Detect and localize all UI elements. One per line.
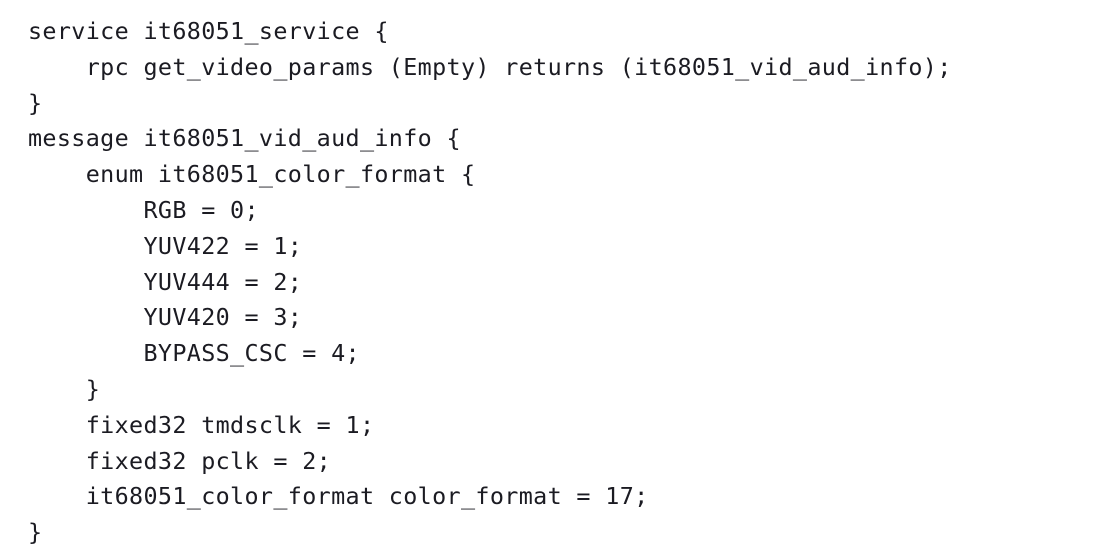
- code-line: rpc get_video_params (Empty) returns (it…: [28, 52, 952, 81]
- code-line: YUV420 = 3;: [28, 303, 303, 332]
- code-line: }: [28, 518, 43, 547]
- code-line: message it68051_vid_aud_info {: [28, 124, 461, 153]
- code-line: RGB = 0;: [28, 195, 259, 224]
- code-listing: service it68051_service { rpc get_video_…: [0, 0, 1120, 546]
- code-line: enum it68051_color_format {: [28, 160, 476, 189]
- code-line: fixed32 pclk = 2;: [28, 446, 332, 475]
- code-line: BYPASS_CSC = 4;: [28, 339, 360, 368]
- code-line: }: [28, 88, 43, 117]
- code-line: YUV444 = 2;: [28, 267, 303, 296]
- code-line: }: [28, 374, 101, 403]
- code-line: it68051_color_format color_format = 17;: [28, 482, 649, 511]
- code-line: fixed32 tmdsclk = 1;: [28, 410, 375, 439]
- code-line: YUV422 = 1;: [28, 231, 303, 260]
- code-line: service it68051_service {: [28, 17, 389, 45]
